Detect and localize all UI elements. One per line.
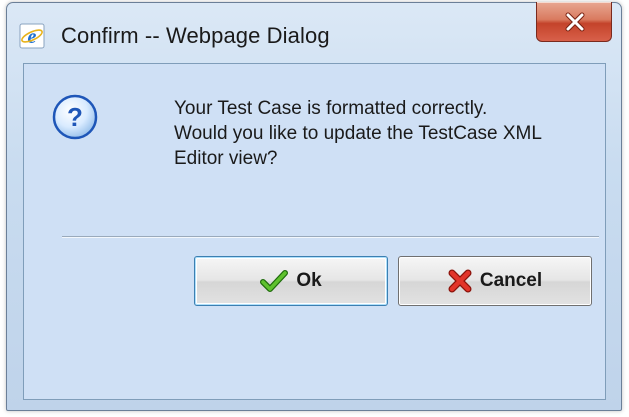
dialog-window: e Confirm -- Webpage Dialog ? Your Test … [6, 2, 622, 411]
red-x-icon [448, 269, 472, 293]
ok-button-label: Ok [296, 270, 322, 291]
cancel-button-label: Cancel [479, 270, 543, 291]
dialog-content: ? Your Test Case is formatted correctly.… [23, 63, 606, 400]
question-icon: ? [52, 94, 98, 140]
cancel-button[interactable]: Cancel [398, 256, 592, 306]
message-line: Your Test Case is formatted correctly. [174, 98, 488, 119]
divider [62, 236, 599, 238]
ok-button[interactable]: Ok [194, 256, 388, 306]
close-icon [565, 12, 585, 32]
close-button[interactable] [536, 2, 612, 42]
ie-icon: e [19, 23, 45, 49]
checkmark-icon [260, 270, 289, 292]
title-bar[interactable]: e Confirm -- Webpage Dialog [7, 2, 621, 63]
message-line: Editor view? [174, 148, 278, 169]
message-line: Would you like to update the TestCase XM… [174, 123, 542, 144]
svg-text:e: e [28, 26, 37, 48]
window-title: Confirm -- Webpage Dialog [61, 23, 330, 48]
dialog-message: Your Test Case is formatted correctly. W… [174, 96, 594, 171]
svg-text:?: ? [67, 102, 83, 132]
